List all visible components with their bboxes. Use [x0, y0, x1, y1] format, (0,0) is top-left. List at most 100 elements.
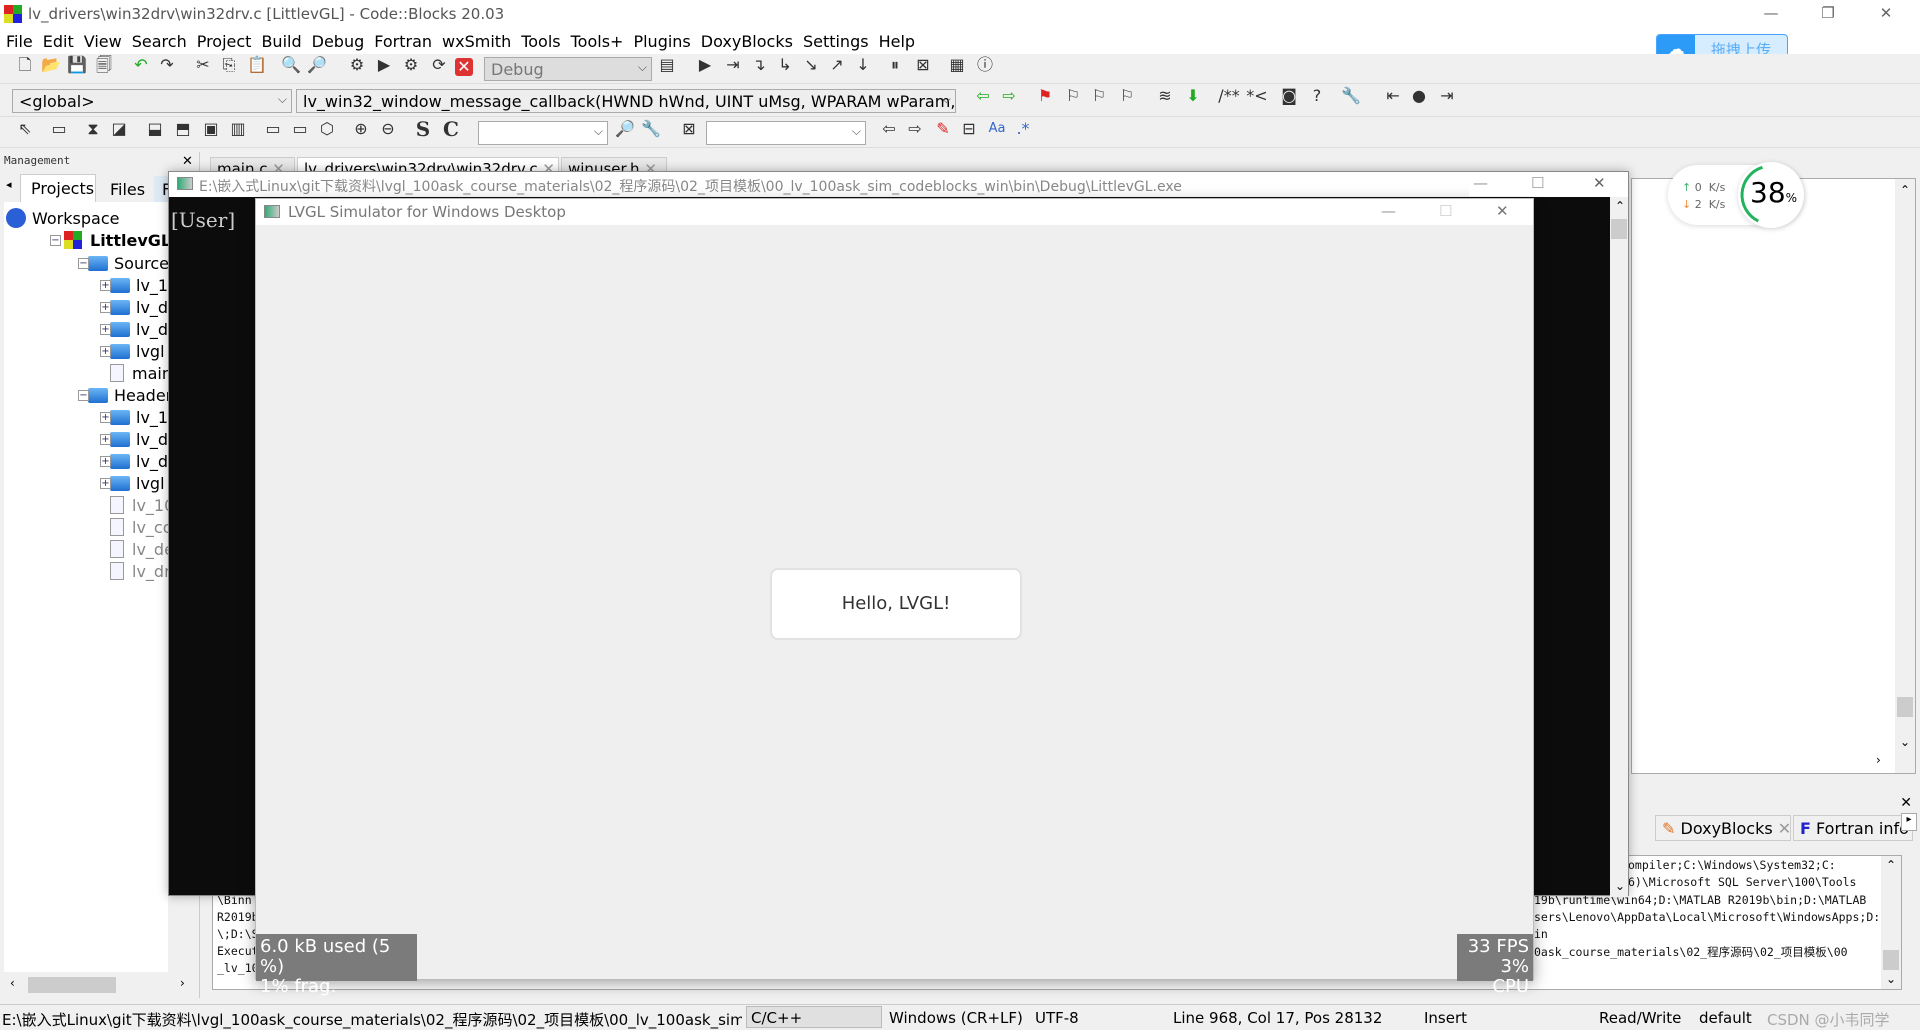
pointer-icon[interactable]: ⇖: [14, 118, 36, 140]
lvgl-close-button[interactable]: ✕: [1496, 202, 1509, 220]
cpu-gauge[interactable]: 38%: [1738, 162, 1804, 228]
save-all-icon[interactable]: 🗐: [93, 54, 115, 76]
replace-icon[interactable]: 🔎: [306, 54, 328, 76]
menu-build[interactable]: Build: [261, 30, 309, 54]
console-maximize-button[interactable]: ☐: [1531, 174, 1544, 192]
log-vscrollbar[interactable]: ⌃ ⌄: [1881, 856, 1901, 989]
new-file-icon[interactable]: 🗋: [14, 54, 36, 76]
editor-hscroll-right-icon[interactable]: ›: [1876, 753, 1881, 767]
fortran-jump-forward-icon[interactable]: ⇥: [1436, 85, 1458, 107]
tree-item[interactable]: lv_demos: [110, 429, 168, 449]
tree-item[interactable]: Workspace: [6, 208, 119, 228]
menu-tools[interactable]: Tools: [521, 30, 568, 54]
jump-forward-icon[interactable]: ⇨: [998, 85, 1020, 107]
menu-search[interactable]: Search: [132, 30, 195, 54]
panel-icon[interactable]: ▭: [48, 118, 70, 140]
menu-project[interactable]: Project: [197, 30, 260, 54]
editor-area[interactable]: ⌃ ⌄ ›: [1631, 178, 1916, 774]
next-bookmark-icon[interactable]: ⚐: [1088, 85, 1110, 107]
scope-select[interactable]: <global> ⌵: [12, 89, 292, 113]
tree-item[interactable]: lv_demos: [110, 297, 168, 317]
status-language[interactable]: C/C++: [746, 1006, 882, 1028]
menu-edit[interactable]: Edit: [43, 30, 82, 54]
step-icon[interactable]: ↓: [852, 54, 874, 76]
tab-doxyblocks[interactable]: ✎ DoxyBlocks ✕: [1655, 815, 1791, 841]
collapse-icon[interactable]: −: [78, 258, 89, 269]
tree-item[interactable]: LittlevGL: [64, 230, 168, 250]
menu-wxsmith[interactable]: wxSmith: [442, 30, 519, 54]
info-icon[interactable]: ⓘ: [974, 54, 996, 76]
chm-help-icon[interactable]: ?: [1306, 85, 1328, 107]
align-top-icon[interactable]: ⬓: [144, 118, 166, 140]
cut-icon[interactable]: ✂: [192, 54, 214, 76]
minimize-button[interactable]: —: [1751, 4, 1791, 26]
next-line-icon[interactable]: ↴: [748, 54, 770, 76]
hsizer-icon[interactable]: ◪: [108, 118, 130, 140]
align-bottom-icon[interactable]: ⬒: [172, 118, 194, 140]
editor-vscrollbar[interactable]: ⌃ ⌄: [1895, 179, 1915, 773]
redo-icon[interactable]: ↷: [156, 54, 178, 76]
expand-icon[interactable]: +: [100, 280, 111, 291]
step-out-icon[interactable]: ↗: [826, 54, 848, 76]
tree-item[interactable]: lv_100ask: [110, 495, 168, 515]
expand-icon[interactable]: +: [100, 324, 111, 335]
fortran-home-icon[interactable]: ●: [1408, 85, 1430, 107]
copy-icon[interactable]: ⎘: [218, 54, 240, 76]
tree-item[interactable]: main.c: [110, 363, 168, 383]
tab-scroll-left-icon[interactable]: ◂: [6, 178, 12, 191]
tree-item[interactable]: lv_100ask: [110, 275, 168, 295]
open-icon[interactable]: 📂: [40, 54, 62, 76]
build-target-select[interactable]: Debug ⌵: [484, 57, 652, 81]
expand-icon[interactable]: +: [100, 302, 111, 313]
tab-projects[interactable]: Projects: [20, 174, 96, 202]
show-preview-button[interactable]: S: [412, 118, 434, 140]
step-into-icon[interactable]: ↘: [800, 54, 822, 76]
zoom-in-icon[interactable]: ⊕: [350, 118, 372, 140]
menu-tools-plus[interactable]: Tools+: [571, 30, 632, 54]
doxy-config-icon[interactable]: 🔧: [1340, 85, 1362, 107]
console-minimize-button[interactable]: —: [1473, 174, 1488, 192]
collapse-icon[interactable]: −: [78, 390, 89, 401]
abort-icon[interactable]: ✕: [455, 58, 473, 76]
search-input[interactable]: ⌵: [706, 121, 866, 145]
console-close-button[interactable]: ✕: [1593, 174, 1606, 192]
save-icon[interactable]: 💾: [66, 54, 88, 76]
menu-fortran[interactable]: Fortran: [374, 30, 440, 54]
search-settings-icon[interactable]: 🔧: [640, 118, 662, 140]
collapse-icon[interactable]: −: [50, 235, 61, 246]
zoom-out-icon[interactable]: ⊖: [377, 118, 399, 140]
next-instruction-icon[interactable]: ↳: [774, 54, 796, 76]
tree-item[interactable]: lvgl: [110, 341, 165, 361]
build-options-icon[interactable]: ▤: [656, 54, 678, 76]
regex-icon[interactable]: .*: [1012, 118, 1034, 140]
lvgl-maximize-button[interactable]: ☐: [1439, 202, 1452, 220]
tree-item[interactable]: lv_drv_co: [110, 561, 168, 581]
menu-view[interactable]: View: [84, 30, 130, 54]
hello-lvgl-button[interactable]: Hello, LVGL!: [770, 568, 1022, 640]
menu-debug[interactable]: Debug: [312, 30, 373, 54]
expand-icon[interactable]: +: [100, 456, 111, 467]
debug-windows-icon[interactable]: ▦: [946, 54, 968, 76]
rebuild-icon[interactable]: ⟳: [428, 54, 450, 76]
tree-item[interactable]: lvgl: [110, 473, 165, 493]
build-gear-icon[interactable]: ⚙: [346, 54, 368, 76]
border-left-icon[interactable]: ▭: [262, 118, 284, 140]
tree-item[interactable]: lv_drivers: [110, 451, 168, 471]
tabs-scroll-right-icon[interactable]: ▸: [1901, 813, 1917, 831]
close-preview-button[interactable]: C: [440, 118, 462, 140]
tree-item[interactable]: Headers: [88, 385, 168, 405]
logs-close-icon[interactable]: ✕: [1900, 795, 1912, 811]
jump-back-icon[interactable]: ⇦: [972, 85, 994, 107]
debug-run-icon[interactable]: ▶: [694, 54, 716, 76]
clear-search-icon[interactable]: ⊠: [678, 118, 700, 140]
highlight-icon[interactable]: ✎: [932, 118, 954, 140]
expand-icon[interactable]: +: [100, 346, 111, 357]
find-icon[interactable]: 🔍: [280, 54, 302, 76]
search-prev-icon[interactable]: ⇦: [878, 118, 900, 140]
pause-icon[interactable]: ⏸: [884, 54, 906, 76]
html-doc-icon[interactable]: ◙: [1278, 85, 1300, 107]
bookmark-toggle-icon[interactable]: ⚑: [1034, 85, 1056, 107]
border-right-icon[interactable]: ▭: [289, 118, 311, 140]
expand-icon[interactable]: +: [100, 478, 111, 489]
menu-file[interactable]: File: [6, 30, 41, 54]
